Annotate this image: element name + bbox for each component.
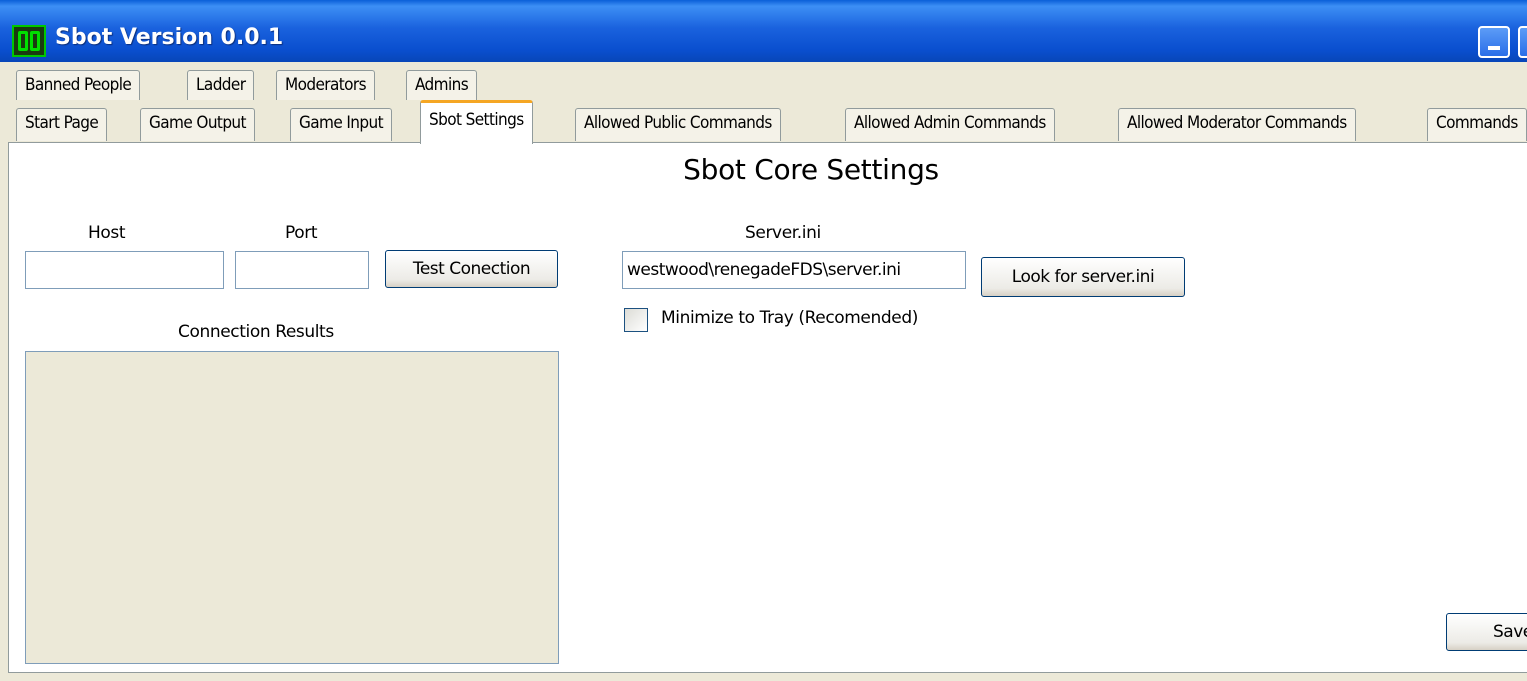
app-window: Sbot Version 0.0.1 Banned People Ladder … [0, 0, 1527, 681]
port-input[interactable] [235, 251, 369, 289]
server-ini-label: Server.ini [745, 223, 821, 243]
tab-banned-people[interactable]: Banned People [16, 70, 141, 100]
tab-ladder[interactable]: Ladder [187, 70, 255, 100]
connection-results-label: Connection Results [178, 322, 334, 342]
tab-admins[interactable]: Admins [406, 70, 478, 100]
host-input[interactable] [25, 251, 224, 289]
look-for-server-ini-button[interactable]: Look for server.ini [981, 257, 1185, 297]
page-title: Sbot Core Settings [683, 153, 939, 186]
maximize-button[interactable] [1518, 26, 1527, 58]
minimize-icon [1488, 46, 1500, 50]
title-bar[interactable]: Sbot Version 0.0.1 [0, 0, 1527, 62]
minimize-to-tray-checkbox[interactable] [624, 308, 648, 332]
minimize-to-tray-label[interactable]: Minimize to Tray (Recomended) [661, 308, 918, 328]
tab-allowed-public-commands[interactable]: Allowed Public Commands [575, 108, 781, 141]
tab-start-page[interactable]: Start Page [16, 108, 108, 141]
tab-allowed-moderator-commands[interactable]: Allowed Moderator Commands [1118, 108, 1356, 141]
window-bottom-edge [0, 673, 1527, 681]
tab-game-output[interactable]: Game Output [140, 108, 255, 141]
test-connection-button[interactable]: Test Conection [385, 250, 558, 288]
server-ini-input[interactable] [622, 251, 966, 289]
tab-allowed-admin-commands[interactable]: Allowed Admin Commands [845, 108, 1055, 141]
port-label: Port [285, 223, 318, 243]
tab-moderators[interactable]: Moderators [276, 70, 375, 100]
app-icon [12, 25, 46, 57]
save-button[interactable]: Save [1446, 613, 1527, 651]
host-label: Host [88, 223, 126, 243]
connection-results-box[interactable] [25, 351, 559, 664]
window-title: Sbot Version 0.0.1 [55, 25, 284, 50]
tab-commands[interactable]: Commands [1427, 108, 1527, 141]
minimize-button[interactable] [1478, 26, 1510, 58]
tab-sbot-settings[interactable]: Sbot Settings [420, 100, 533, 144]
tab-game-input[interactable]: Game Input [290, 108, 392, 141]
